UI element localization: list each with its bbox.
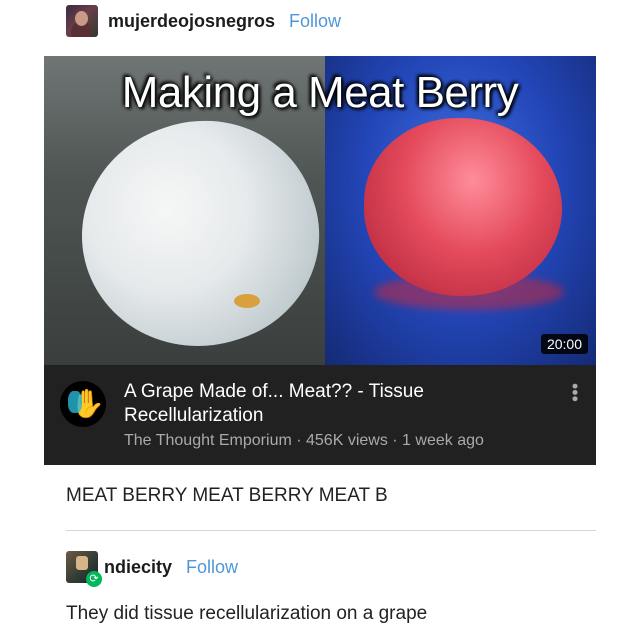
- video-info: A Grape Made of... Meat?? - Tissue Recel…: [44, 365, 596, 465]
- divider: [66, 530, 596, 531]
- follow-button[interactable]: Follow: [289, 11, 341, 32]
- channel-avatar[interactable]: [60, 381, 106, 427]
- reblog-caption: They did tissue recellularization on a g…: [66, 603, 428, 624]
- video-thumbnail[interactable]: Making a Meat Berry 20:00: [44, 56, 596, 365]
- video-meta: The Thought Emporium · 456K views · 1 we…: [124, 432, 484, 449]
- grape-seed-image: [234, 294, 260, 308]
- video-card[interactable]: Making a Meat Berry 20:00 A Grape Made o…: [44, 56, 596, 465]
- meat-berry-image: [364, 118, 562, 296]
- video-title[interactable]: A Grape Made of... Meat?? - Tissue Recel…: [124, 380, 524, 428]
- post-caption: MEAT BERRY MEAT BERRY MEAT B: [66, 485, 388, 506]
- reblog-icon: ⟳: [86, 571, 102, 587]
- user-avatar[interactable]: [66, 5, 98, 37]
- more-vertical-icon[interactable]: •••: [565, 383, 585, 402]
- thumbnail-title: Making a Meat Berry: [121, 68, 519, 117]
- video-duration: 20:00: [540, 334, 588, 354]
- post-header: mujerdeojosnegros Follow: [66, 4, 341, 38]
- username[interactable]: ndiecity: [104, 557, 172, 578]
- follow-button[interactable]: Follow: [186, 557, 238, 578]
- username[interactable]: mujerdeojosnegros: [108, 11, 275, 32]
